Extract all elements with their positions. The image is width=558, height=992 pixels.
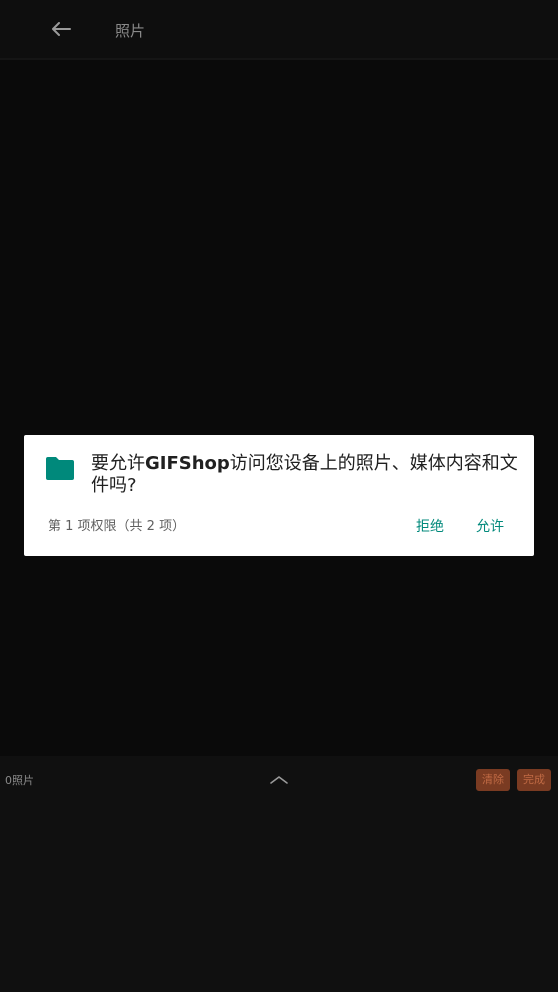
selection-panel: 0照片 清除 完成	[0, 756, 558, 992]
allow-button[interactable]: 允许	[470, 513, 510, 541]
selection-bar: 0照片 清除 完成	[0, 756, 558, 808]
permission-dialog: 要允许GIFShop访问您设备上的照片、媒体内容和文件吗? 第 1 项权限（共 …	[24, 435, 534, 556]
deny-button[interactable]: 拒绝	[410, 513, 450, 541]
folder-icon	[46, 457, 74, 480]
message-prefix: 要允许	[91, 453, 145, 474]
app-name: GIFShop	[145, 453, 230, 474]
chevron-up-icon	[270, 776, 288, 784]
clear-button[interactable]: 清除	[476, 769, 510, 791]
permission-counter: 第 1 项权限（共 2 项）	[48, 519, 186, 534]
photo-count: 0照片	[5, 774, 34, 787]
done-button[interactable]: 完成	[517, 769, 551, 791]
permission-message: 要允许GIFShop访问您设备上的照片、媒体内容和文件吗?	[91, 453, 521, 497]
expand-button[interactable]	[266, 770, 292, 790]
